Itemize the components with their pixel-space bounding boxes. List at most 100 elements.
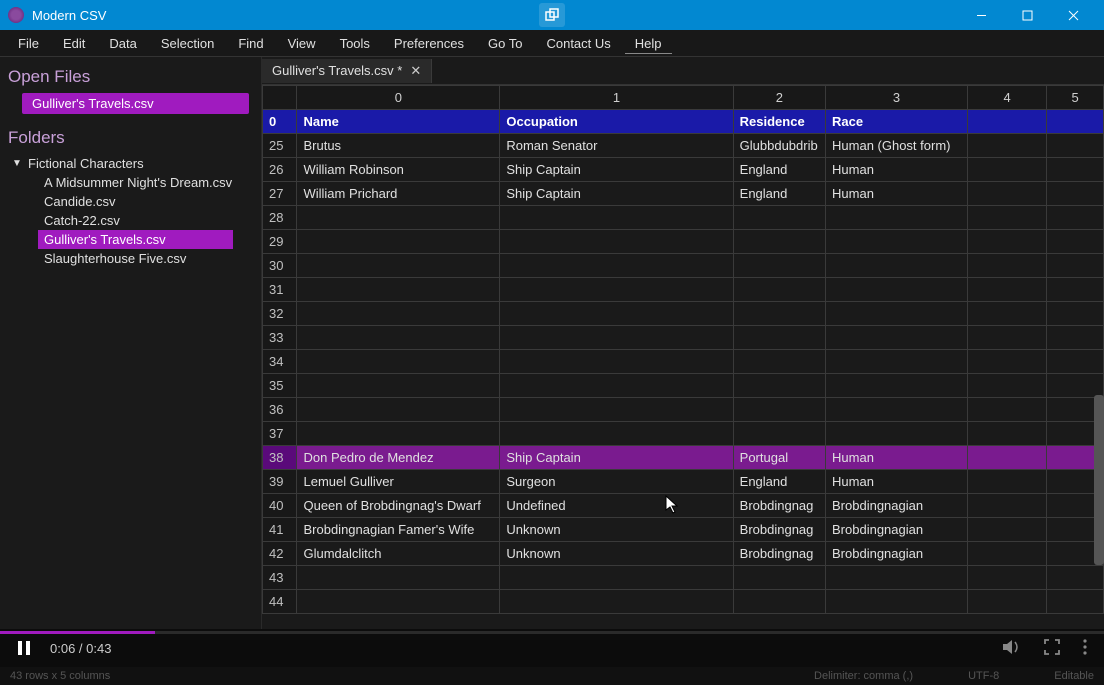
cell[interactable]: Brobdingnagian [826, 518, 968, 542]
cell[interactable] [1047, 158, 1104, 182]
table-row[interactable]: 32 [263, 302, 1104, 326]
file-item[interactable]: A Midsummer Night's Dream.csv [38, 173, 253, 192]
file-item[interactable]: Candide.csv [38, 192, 253, 211]
volume-icon[interactable] [1002, 639, 1022, 658]
cell[interactable] [826, 326, 968, 350]
kebab-icon[interactable] [1082, 639, 1088, 658]
cell[interactable] [968, 590, 1047, 614]
cell[interactable] [297, 350, 500, 374]
cell[interactable] [733, 278, 825, 302]
close-button[interactable] [1050, 0, 1096, 30]
progress-track[interactable] [0, 631, 1104, 634]
column-header[interactable]: 3 [826, 86, 968, 110]
row-header[interactable]: 26 [263, 158, 297, 182]
row-header[interactable]: 43 [263, 566, 297, 590]
cell[interactable]: Surgeon [500, 470, 733, 494]
cell[interactable] [733, 422, 825, 446]
cell[interactable] [968, 134, 1047, 158]
cell[interactable] [826, 206, 968, 230]
cell[interactable] [297, 278, 500, 302]
cell[interactable]: England [733, 158, 825, 182]
cell[interactable] [826, 278, 968, 302]
open-file-item[interactable]: Gulliver's Travels.csv [22, 93, 249, 114]
cell[interactable]: Brobdingnag [733, 494, 825, 518]
cell[interactable] [733, 230, 825, 254]
cell[interactable] [500, 374, 733, 398]
row-header[interactable]: 31 [263, 278, 297, 302]
row-header[interactable]: 33 [263, 326, 297, 350]
menu-selection[interactable]: Selection [151, 33, 224, 54]
row-header[interactable]: 25 [263, 134, 297, 158]
row-header[interactable]: 29 [263, 230, 297, 254]
cell[interactable] [826, 398, 968, 422]
menu-preferences[interactable]: Preferences [384, 33, 474, 54]
table-row[interactable]: 30 [263, 254, 1104, 278]
table-row[interactable]: 43 [263, 566, 1104, 590]
scrollbar-thumb[interactable] [1094, 395, 1104, 565]
cell[interactable]: Unknown [500, 518, 733, 542]
row-header[interactable]: 38 [263, 446, 297, 470]
cell[interactable]: Unknown [500, 542, 733, 566]
table-row[interactable]: 39Lemuel GulliverSurgeonEnglandHuman [263, 470, 1104, 494]
cell[interactable]: Occupation [500, 110, 733, 134]
cell[interactable]: Brobdingnagian [826, 542, 968, 566]
cell[interactable]: Human [826, 182, 968, 206]
cell[interactable] [297, 254, 500, 278]
corner-cell[interactable] [263, 86, 297, 110]
cell[interactable]: Ship Captain [500, 446, 733, 470]
menu-edit[interactable]: Edit [53, 33, 95, 54]
cell[interactable] [1047, 182, 1104, 206]
cell[interactable] [733, 254, 825, 278]
cell[interactable] [968, 542, 1047, 566]
cell[interactable] [826, 254, 968, 278]
row-header[interactable]: 42 [263, 542, 297, 566]
table-row[interactable]: 28 [263, 206, 1104, 230]
cell[interactable]: Glubbdubdrib [733, 134, 825, 158]
cell[interactable] [1047, 590, 1104, 614]
cell[interactable]: Residence [733, 110, 825, 134]
table-row[interactable]: 34 [263, 350, 1104, 374]
row-header[interactable]: 30 [263, 254, 297, 278]
cell[interactable] [968, 398, 1047, 422]
cell[interactable] [1047, 566, 1104, 590]
table-row[interactable]: 36 [263, 398, 1104, 422]
cell[interactable] [733, 326, 825, 350]
cell[interactable]: Roman Senator [500, 134, 733, 158]
cell[interactable] [968, 326, 1047, 350]
cell[interactable] [968, 254, 1047, 278]
tab[interactable]: Gulliver's Travels.csv * ✕ [262, 59, 432, 83]
cell[interactable] [297, 326, 500, 350]
column-header[interactable]: 5 [1047, 86, 1104, 110]
table-row[interactable]: 35 [263, 374, 1104, 398]
table-row[interactable]: 27William PrichardShip CaptainEnglandHum… [263, 182, 1104, 206]
cell[interactable] [1047, 326, 1104, 350]
cell[interactable] [733, 398, 825, 422]
menu-go-to[interactable]: Go To [478, 33, 532, 54]
menu-view[interactable]: View [278, 33, 326, 54]
cell[interactable] [826, 590, 968, 614]
cell[interactable] [1047, 350, 1104, 374]
cell[interactable] [500, 422, 733, 446]
row-header[interactable]: 44 [263, 590, 297, 614]
cell[interactable] [500, 230, 733, 254]
cell[interactable] [1047, 254, 1104, 278]
cell[interactable] [297, 398, 500, 422]
cell[interactable] [297, 302, 500, 326]
cell[interactable] [968, 470, 1047, 494]
menu-file[interactable]: File [8, 33, 49, 54]
cell[interactable] [968, 566, 1047, 590]
cell[interactable]: Name [297, 110, 500, 134]
maximize-button[interactable] [1004, 0, 1050, 30]
row-header[interactable]: 28 [263, 206, 297, 230]
cell[interactable] [297, 230, 500, 254]
cell[interactable] [968, 206, 1047, 230]
cell[interactable]: William Prichard [297, 182, 500, 206]
cell[interactable] [968, 302, 1047, 326]
file-item[interactable]: Catch-22.csv [38, 211, 253, 230]
cell[interactable] [968, 182, 1047, 206]
cell[interactable] [297, 206, 500, 230]
cell[interactable]: England [733, 182, 825, 206]
cell[interactable] [500, 302, 733, 326]
cell[interactable] [1047, 278, 1104, 302]
cell[interactable] [500, 278, 733, 302]
